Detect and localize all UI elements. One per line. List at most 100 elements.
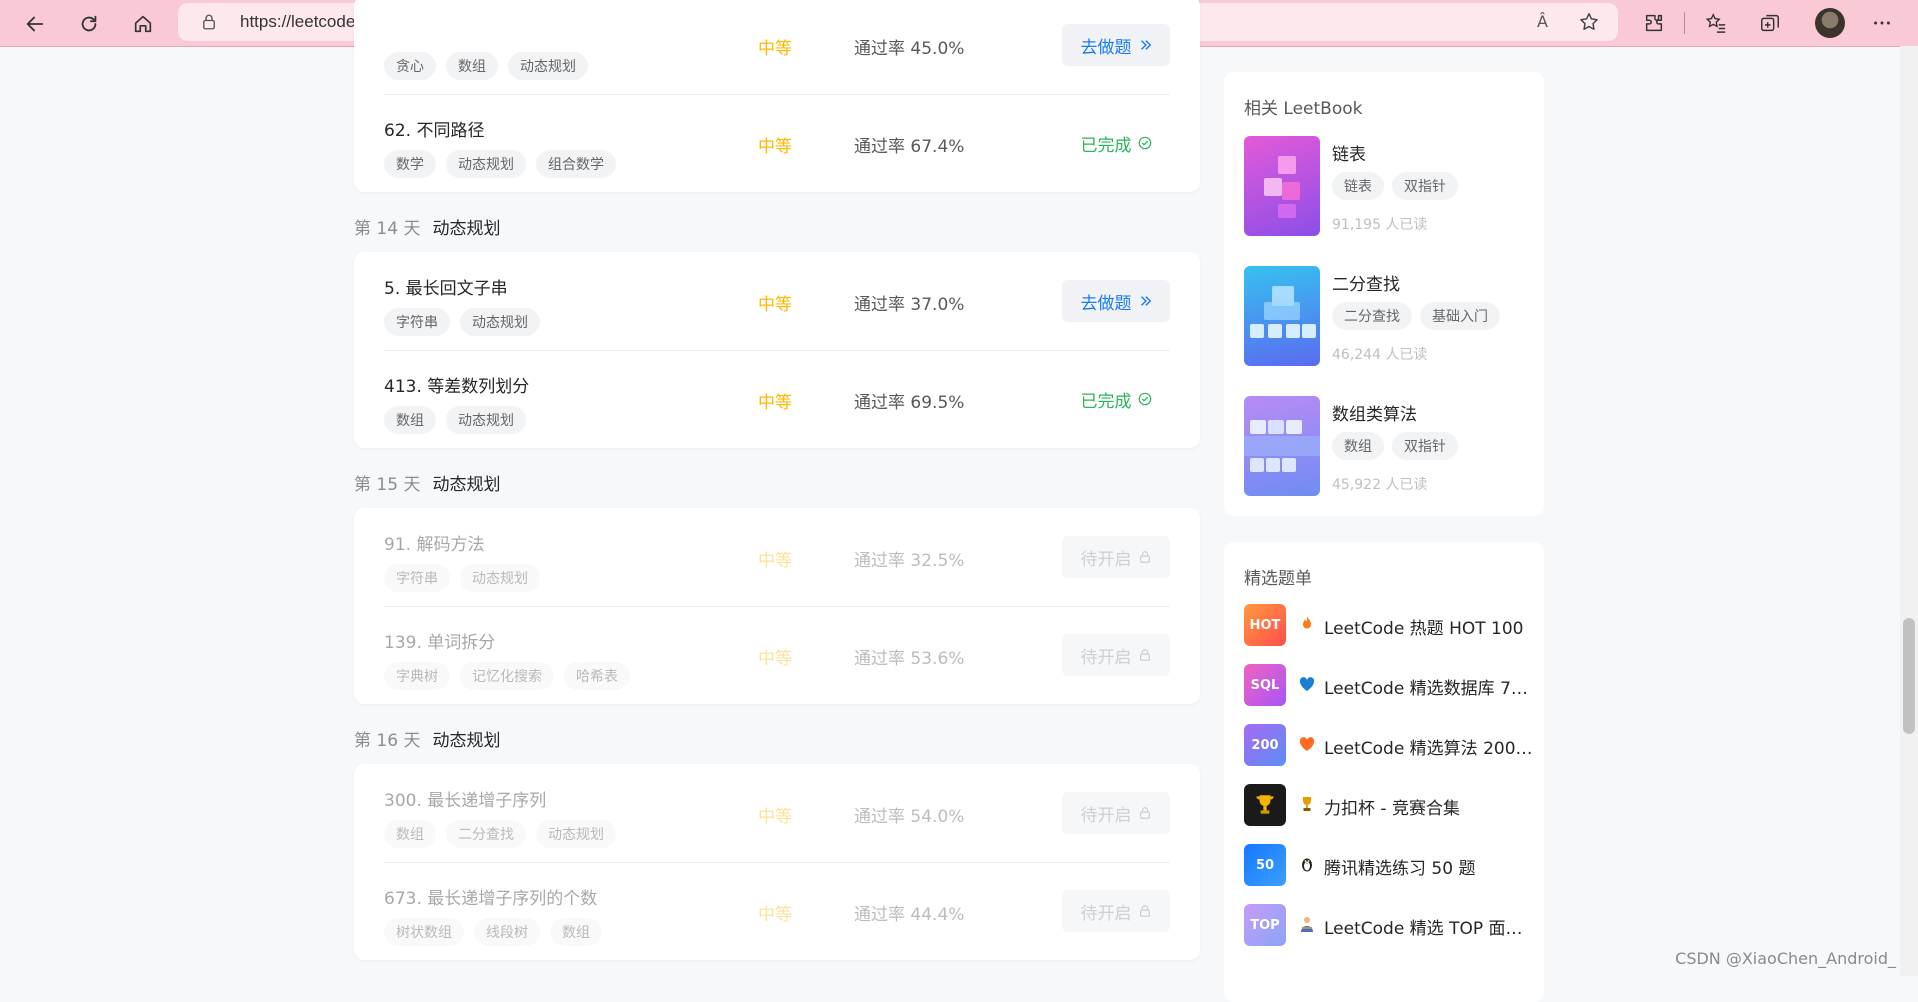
lock-icon <box>1139 807 1150 819</box>
list-item-200[interactable]: 200 LeetCode 精选算法 200 题 <box>1244 724 1534 766</box>
action-label: 已完成 <box>1080 135 1132 156</box>
book-cover-linked-list[interactable] <box>1244 136 1320 236</box>
book-cover-array-algorithms[interactable] <box>1244 396 1320 496</box>
topic-tag: 数组 <box>550 918 602 946</box>
topic-tag[interactable]: 贪心 <box>384 52 436 80</box>
home-button[interactable] <box>126 7 160 41</box>
pass-rate: 通过率 37.0% <box>854 295 965 315</box>
list-label[interactable]: LeetCode 精选数据库 70 题 <box>1324 674 1534 699</box>
topic-tag: 哈希表 <box>564 662 630 690</box>
lock-icon <box>203 14 215 30</box>
fire-icon <box>1303 616 1311 629</box>
question-row: 139. 单词拆分 字典树 记忆化搜索 哈希表 中等 通过率 53.6% 待开启 <box>384 606 1170 704</box>
extensions-button[interactable] <box>1640 9 1668 37</box>
binary-search-cover-icon <box>1250 286 1316 338</box>
list-label[interactable]: LeetCode 精选算法 200 题 <box>1324 734 1534 759</box>
book-tag[interactable]: 链表 <box>1332 172 1384 200</box>
book-title[interactable]: 二分查找 <box>1332 270 1400 295</box>
difficulty-label: 中等 <box>758 551 792 571</box>
locked-button: 待开启 <box>1062 890 1170 932</box>
profile-avatar[interactable] <box>1815 8 1845 38</box>
reload-button[interactable] <box>72 7 106 41</box>
topic-tag: 字符串 <box>384 564 450 592</box>
book-tag[interactable]: 数组 <box>1332 432 1384 460</box>
interviewer-icon <box>1301 917 1313 932</box>
question-title[interactable]: 413. 等差数列划分 <box>384 372 529 397</box>
book-tag[interactable]: 双指针 <box>1392 432 1458 460</box>
topic-tag[interactable]: 数学 <box>384 150 436 178</box>
question-row[interactable]: 贪心 数组 动态规划 中等 通过率 45.0% 去做题 <box>384 0 1170 94</box>
book-tag[interactable]: 基础入门 <box>1420 302 1500 330</box>
read-aloud-icon[interactable]: Â <box>1537 12 1548 31</box>
collections-button[interactable] <box>1756 9 1784 37</box>
list-label[interactable]: 腾讯精选练习 50 题 <box>1324 854 1534 879</box>
question-row[interactable]: 413. 等差数列划分 数组 动态规划 中等 通过率 69.5% 已完成 <box>384 350 1170 448</box>
action-label: 待开启 <box>1080 805 1132 826</box>
list-label[interactable]: 力扣杯 - 竞赛合集 <box>1324 794 1534 819</box>
list-item-sql[interactable]: SQL LeetCode 精选数据库 70 题 <box>1244 664 1534 706</box>
tag-list: 树状数组 线段树 数组 <box>384 918 602 946</box>
topic-tag[interactable]: 动态规划 <box>508 52 588 80</box>
topic-tag[interactable]: 组合数学 <box>536 150 616 178</box>
question-title[interactable]: 5. 最长回文子串 <box>384 274 508 299</box>
favorite-star-icon[interactable] <box>1578 11 1600 33</box>
trophy-small-icon <box>1303 797 1311 811</box>
list-item-cup[interactable]: 力扣杯 - 竞赛合集 <box>1244 784 1534 826</box>
question-row[interactable]: 5. 最长回文子串 字符串 动态规划 中等 通过率 37.0% 去做题 <box>384 252 1170 350</box>
book-title[interactable]: 数组类算法 <box>1332 400 1417 425</box>
action-label: 去做题 <box>1080 293 1132 314</box>
list-label[interactable]: LeetCode 热题 HOT 100 <box>1324 614 1534 639</box>
topic-tag[interactable]: 动态规划 <box>460 308 540 336</box>
topic-tag[interactable]: 数组 <box>384 406 436 434</box>
tag-list: 数学 动态规划 组合数学 <box>384 150 616 178</box>
question-row: 673. 最长递增子序列的个数 树状数组 线段树 数组 中等 通过率 44.4%… <box>384 862 1170 960</box>
topic-tag: 动态规划 <box>536 820 616 848</box>
blue-heart-icon <box>1299 677 1315 691</box>
book-tags: 链表 双指针 <box>1332 172 1458 200</box>
hot-badge-icon[interactable]: HOT <box>1244 604 1286 646</box>
book-item[interactable]: 二分查找 二分查找 基础入门 46,244 人已读 <box>1244 266 1534 368</box>
page-scrollbar[interactable] <box>1900 46 1918 976</box>
difficulty-label: 中等 <box>758 807 792 827</box>
read-count: 91,195 人已读 <box>1332 217 1428 233</box>
list-item-top[interactable]: TOP LeetCode 精选 TOP 面试题 <box>1244 904 1534 946</box>
go-solve-button[interactable]: 去做题 <box>1062 280 1170 322</box>
book-item[interactable]: 链表 链表 双指针 91,195 人已读 <box>1244 136 1534 238</box>
list-item-tencent[interactable]: 50 腾讯精选练习 50 题 <box>1244 844 1534 886</box>
50-badge-icon[interactable]: 50 <box>1244 844 1286 886</box>
pass-rate: 通过率 54.0% <box>854 807 965 827</box>
topic-tag[interactable]: 动态规划 <box>446 406 526 434</box>
back-button[interactable] <box>18 7 52 41</box>
list-label[interactable]: LeetCode 精选 TOP 面试题 <box>1324 914 1534 939</box>
book-cover-binary-search[interactable] <box>1244 266 1320 366</box>
read-count: 46,244 人已读 <box>1332 347 1428 363</box>
top-badge-icon[interactable]: TOP <box>1244 904 1286 946</box>
topic-tag[interactable]: 字符串 <box>384 308 450 336</box>
scrollbar-thumb[interactable] <box>1903 618 1915 734</box>
book-title[interactable]: 链表 <box>1332 140 1366 165</box>
difficulty-label: 中等 <box>758 905 792 925</box>
day-header: 第 16 天动态规划 <box>354 726 500 751</box>
day-header: 第 14 天动态规划 <box>354 214 500 239</box>
book-tag[interactable]: 双指针 <box>1392 172 1458 200</box>
trophy-badge-icon[interactable] <box>1244 784 1286 826</box>
more-menu-button[interactable] <box>1868 9 1896 37</box>
penguin-icon <box>1302 858 1312 872</box>
200-badge-icon[interactable]: 200 <box>1244 724 1286 766</box>
list-item-hot100[interactable]: HOT LeetCode 热题 HOT 100 <box>1244 604 1534 646</box>
question-row[interactable]: 62. 不同路径 数学 动态规划 组合数学 中等 通过率 67.4% 已完成 <box>384 94 1170 192</box>
reload-icon <box>81 15 97 32</box>
go-solve-button[interactable]: 去做题 <box>1062 24 1170 66</box>
question-title[interactable]: 62. 不同路径 <box>384 116 484 141</box>
topic-tag[interactable]: 动态规划 <box>446 150 526 178</box>
lock-icon <box>1139 905 1150 917</box>
book-tag[interactable]: 二分查找 <box>1332 302 1412 330</box>
tag-list: 数组 二分查找 动态规划 <box>384 820 616 848</box>
topic-tag[interactable]: 数组 <box>446 52 498 80</box>
lock-icon <box>1139 551 1150 563</box>
sql-badge-icon[interactable]: SQL <box>1244 664 1286 706</box>
favorites-button[interactable] <box>1702 9 1730 37</box>
completed-status: 已完成 <box>1062 378 1170 420</box>
book-item[interactable]: 数组类算法 数组 双指针 45,922 人已读 <box>1244 396 1534 498</box>
pass-rate: 通过率 53.6% <box>854 649 965 669</box>
